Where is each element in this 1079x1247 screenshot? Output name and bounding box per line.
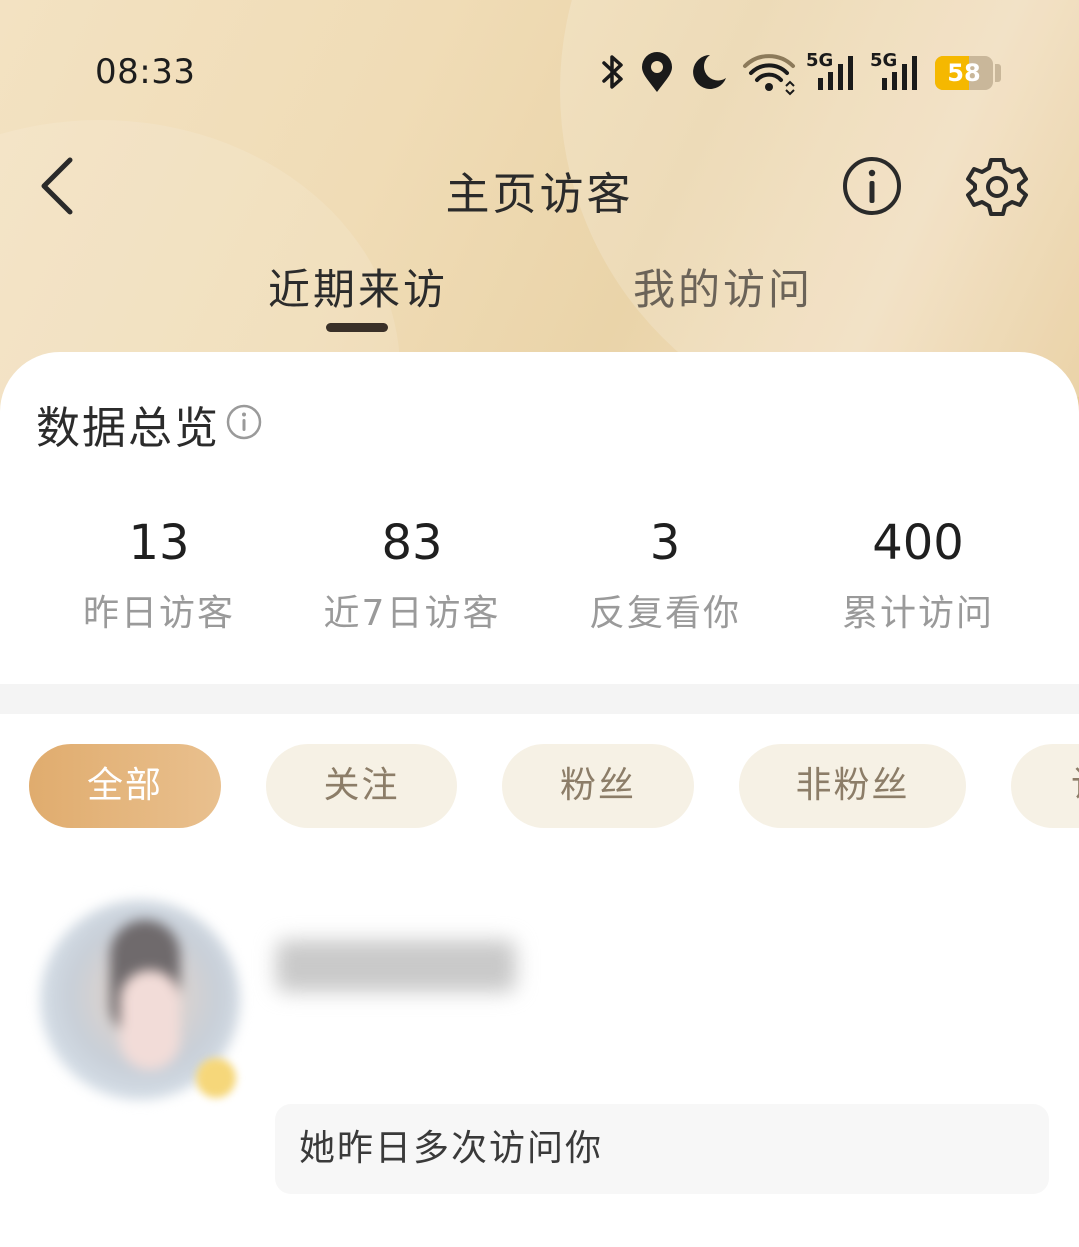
settings-button[interactable] xyxy=(964,154,1030,220)
status-bar: 08:33 5G 5G 58 xyxy=(0,40,1079,104)
section-divider xyxy=(0,684,1079,714)
filter-chip-all[interactable]: 全部 xyxy=(29,744,221,828)
stat-label: 昨日访客 xyxy=(82,593,235,634)
tab-recent-visits[interactable]: 近期来访 xyxy=(268,256,448,317)
stat-yesterday-visitors[interactable]: 13 昨日访客 xyxy=(34,512,284,636)
stat-value: 13 xyxy=(128,515,190,571)
wifi-icon xyxy=(743,54,795,96)
filter-chip-following[interactable]: 关注 xyxy=(266,744,457,828)
battery-level: 58 xyxy=(947,59,981,87)
signal-icon: 5G xyxy=(870,50,922,96)
stat-7day-visitors[interactable]: 83 近7日访客 xyxy=(287,512,537,636)
stat-label: 反复看你 xyxy=(588,593,741,634)
bluetooth-icon xyxy=(602,55,623,89)
moon-icon xyxy=(693,55,726,89)
stat-total-visits[interactable]: 400 累计访问 xyxy=(793,512,1043,636)
visitor-name-blurred[interactable] xyxy=(276,940,516,992)
battery-cap xyxy=(995,64,1001,82)
overview-title: 数据总览 xyxy=(36,403,220,454)
info-button[interactable] xyxy=(840,154,904,218)
status-time: 08:33 xyxy=(95,52,196,92)
avatar-badge xyxy=(196,1058,236,1098)
active-tab-indicator xyxy=(326,323,388,332)
filter-chip-fans[interactable]: 粉丝 xyxy=(502,744,694,828)
filter-chip-non-fans[interactable]: 非粉丝 xyxy=(739,744,966,828)
stat-label: 近7日访客 xyxy=(323,593,501,634)
signal-icon: 5G xyxy=(806,50,858,96)
battery-icon: 58 xyxy=(935,56,993,90)
stat-value: 83 xyxy=(381,515,443,571)
tab-my-visits[interactable]: 我的访问 xyxy=(633,256,813,317)
stat-value: 3 xyxy=(649,515,681,571)
info-icon xyxy=(843,157,901,215)
visitor-note: 她昨日多次访问你 xyxy=(275,1104,1049,1194)
filter-chip-label: 访 xyxy=(1011,765,1079,806)
stat-label: 累计访问 xyxy=(841,593,994,634)
location-icon xyxy=(642,52,672,92)
info-icon[interactable] xyxy=(226,404,262,440)
avatar-face xyxy=(120,970,180,1070)
stat-value: 400 xyxy=(872,515,964,571)
stat-repeat-viewers[interactable]: 3 反复看你 xyxy=(540,512,790,636)
page-title: 主页访客 xyxy=(445,169,634,220)
gear-icon xyxy=(966,158,1028,216)
